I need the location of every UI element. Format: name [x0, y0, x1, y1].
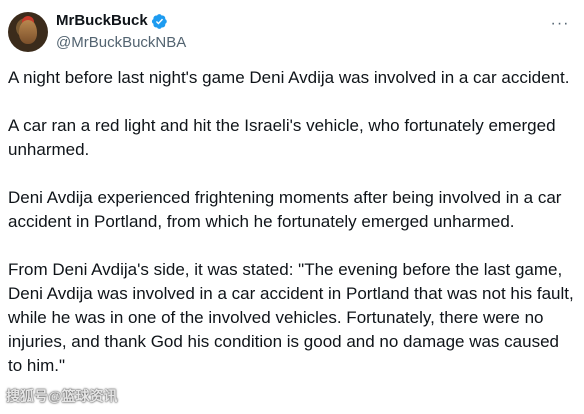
tweet-paragraph: From Deni Avdija's side, it was stated: … — [8, 260, 574, 375]
tweet-text: A night before last night's game Deni Av… — [8, 66, 576, 402]
tweet-header: MrBuckBuck @MrBuckBuckNBA ··· — [8, 10, 576, 56]
tweet-paragraph: Deni Avdija experienced frightening mome… — [8, 188, 562, 231]
avatar[interactable] — [8, 12, 48, 52]
display-name[interactable]: MrBuckBuck — [56, 10, 148, 32]
rooster-face — [19, 20, 37, 44]
tweet-paragraph: A night before last night's game Deni Av… — [8, 68, 570, 87]
tweet-paragraph: A car ran a red light and hit the Israel… — [8, 116, 556, 159]
more-options-icon[interactable]: ··· — [548, 12, 572, 36]
author-handle[interactable]: @MrBuckBuckNBA — [56, 32, 186, 54]
display-name-row: MrBuckBuck — [56, 10, 186, 32]
watermark: 搜狐号@篮球资讯 — [6, 388, 118, 404]
author-names: MrBuckBuck @MrBuckBuckNBA — [56, 10, 186, 56]
verified-badge-icon — [151, 13, 167, 29]
